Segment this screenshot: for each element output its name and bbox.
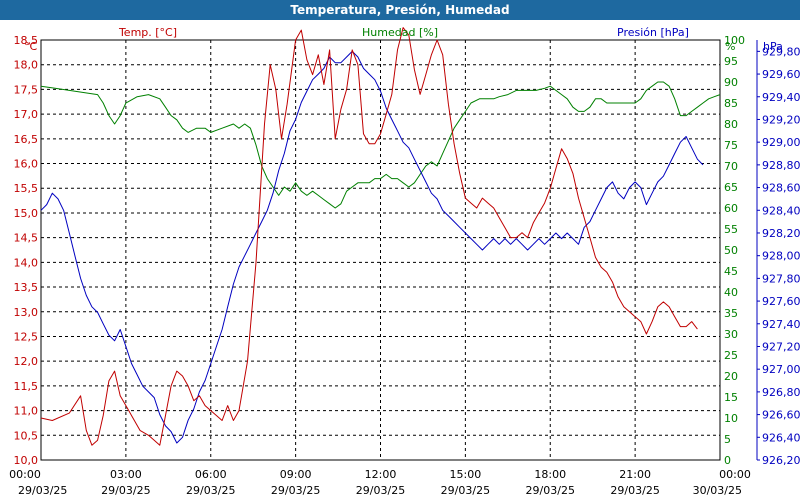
y-tick-pres: 927,40	[762, 318, 800, 331]
y-tick-hum: 90	[724, 76, 738, 89]
chart-title: Temperatura, Presión, Humedad	[0, 0, 800, 20]
y-tick-temp: 16,5	[14, 133, 39, 146]
y-tick-hum: 80	[724, 118, 738, 131]
y-tick-pres: 928,00	[762, 250, 800, 263]
y-tick-temp: 12,5	[14, 330, 39, 343]
series-name-temp: Temp. [°C]	[118, 26, 177, 39]
x-tick-date: 29/03/25	[526, 484, 575, 497]
y-tick-temp: 10,5	[14, 429, 39, 442]
x-tick-date: 29/03/25	[610, 484, 659, 497]
y-tick-pres: 929,60	[762, 68, 800, 81]
x-tick-time: 09:00	[280, 468, 312, 481]
y-tick-pres: 929,40	[762, 91, 800, 104]
x-tick-date: 29/03/25	[186, 484, 235, 497]
temperature-line	[40, 27, 698, 446]
y-tick-temp: 15,0	[14, 207, 39, 220]
x-tick-date: 29/03/25	[441, 484, 490, 497]
y-tick-hum: 0	[724, 454, 731, 467]
y-tick-pres: 928,20	[762, 227, 800, 240]
y-tick-temp: 13,0	[14, 306, 39, 319]
y-tick-hum: 10	[724, 412, 738, 425]
series-name-hum: Humedad [%]	[362, 26, 438, 39]
y-tick-hum: 55	[724, 223, 738, 236]
y-tick-pres: 928,80	[762, 159, 800, 172]
y-tick-pres: 927,20	[762, 340, 800, 353]
y-tick-hum: 30	[724, 328, 738, 341]
series-name-pres: Presión [hPa]	[617, 26, 689, 39]
x-tick-date: 29/03/25	[101, 484, 150, 497]
y-tick-hum: 95	[724, 55, 738, 68]
temp-unit-label: °C	[24, 40, 38, 53]
y-tick-pres: 929,20	[762, 113, 800, 126]
y-tick-temp: 11,5	[14, 380, 39, 393]
x-tick-time: 15:00	[450, 468, 482, 481]
chart-area: 00:00 29/03/25 03:00 29/03/25 06:00 29/03/25 0…	[9, 26, 800, 497]
x-tick-time: 18:00	[534, 468, 566, 481]
pressure-line	[40, 50, 704, 444]
y-tick-pres: 926,80	[762, 386, 800, 399]
x-tick-date: 30/03/25	[693, 484, 742, 497]
y-tick-pres: 926,40	[762, 431, 800, 444]
x-tick-date: 29/03/25	[18, 484, 67, 497]
y-tick-temp: 16,0	[14, 158, 39, 171]
y-tick-pres: 929,00	[762, 136, 800, 149]
y-tick-pres: 926,20	[762, 454, 800, 467]
pres-unit-label: hPa	[763, 40, 783, 53]
y-tick-temp: 13,5	[14, 281, 39, 294]
y-tick-hum: 35	[724, 307, 738, 320]
y-tick-temp: 10,0	[14, 454, 39, 467]
y-tick-pres: 926,60	[762, 409, 800, 422]
y-tick-hum: 5	[724, 433, 731, 446]
x-tick-time: 21:00	[619, 468, 651, 481]
y-tick-hum: 50	[724, 244, 738, 257]
hum-unit-label: %	[725, 40, 735, 53]
y-tick-temp: 14,5	[14, 232, 39, 245]
y-tick-temp: 12,0	[14, 355, 39, 368]
y-tick-hum: 45	[724, 265, 738, 278]
y-tick-temp: 17,0	[14, 108, 39, 121]
y-tick-temp: 18,0	[14, 59, 39, 72]
x-tick-date: 29/03/25	[271, 484, 320, 497]
y-tick-pres: 928,40	[762, 204, 800, 217]
x-tick-time: 00:00	[719, 468, 751, 481]
y-tick-hum: 25	[724, 349, 738, 362]
y-tick-hum: 65	[724, 181, 738, 194]
y-tick-pres: 927,00	[762, 363, 800, 376]
x-tick-time: 12:00	[365, 468, 397, 481]
y-tick-temp: 14,0	[14, 256, 39, 269]
x-tick-date: 29/03/25	[356, 484, 405, 497]
x-tick-time: 06:00	[195, 468, 227, 481]
y-tick-temp: 17,5	[14, 83, 39, 96]
y-tick-hum: 40	[724, 286, 738, 299]
y-tick-hum: 85	[724, 97, 738, 110]
y-tick-hum: 70	[724, 160, 738, 173]
y-tick-hum: 20	[724, 370, 738, 383]
y-tick-pres: 928,60	[762, 182, 800, 195]
x-tick-time: 03:00	[110, 468, 142, 481]
y-tick-hum: 60	[724, 202, 738, 215]
y-tick-temp: 15,5	[14, 182, 39, 195]
y-tick-pres: 927,80	[762, 272, 800, 285]
y-tick-pres: 927,60	[762, 295, 800, 308]
axes: 00:00 29/03/25 03:00 29/03/25 06:00 29/03/25 0…	[9, 26, 800, 497]
y-tick-hum: 15	[724, 391, 738, 404]
y-tick-hum: 75	[724, 139, 738, 152]
y-tick-temp: 11,0	[14, 405, 39, 418]
x-tick-time: 00:00	[9, 468, 41, 481]
